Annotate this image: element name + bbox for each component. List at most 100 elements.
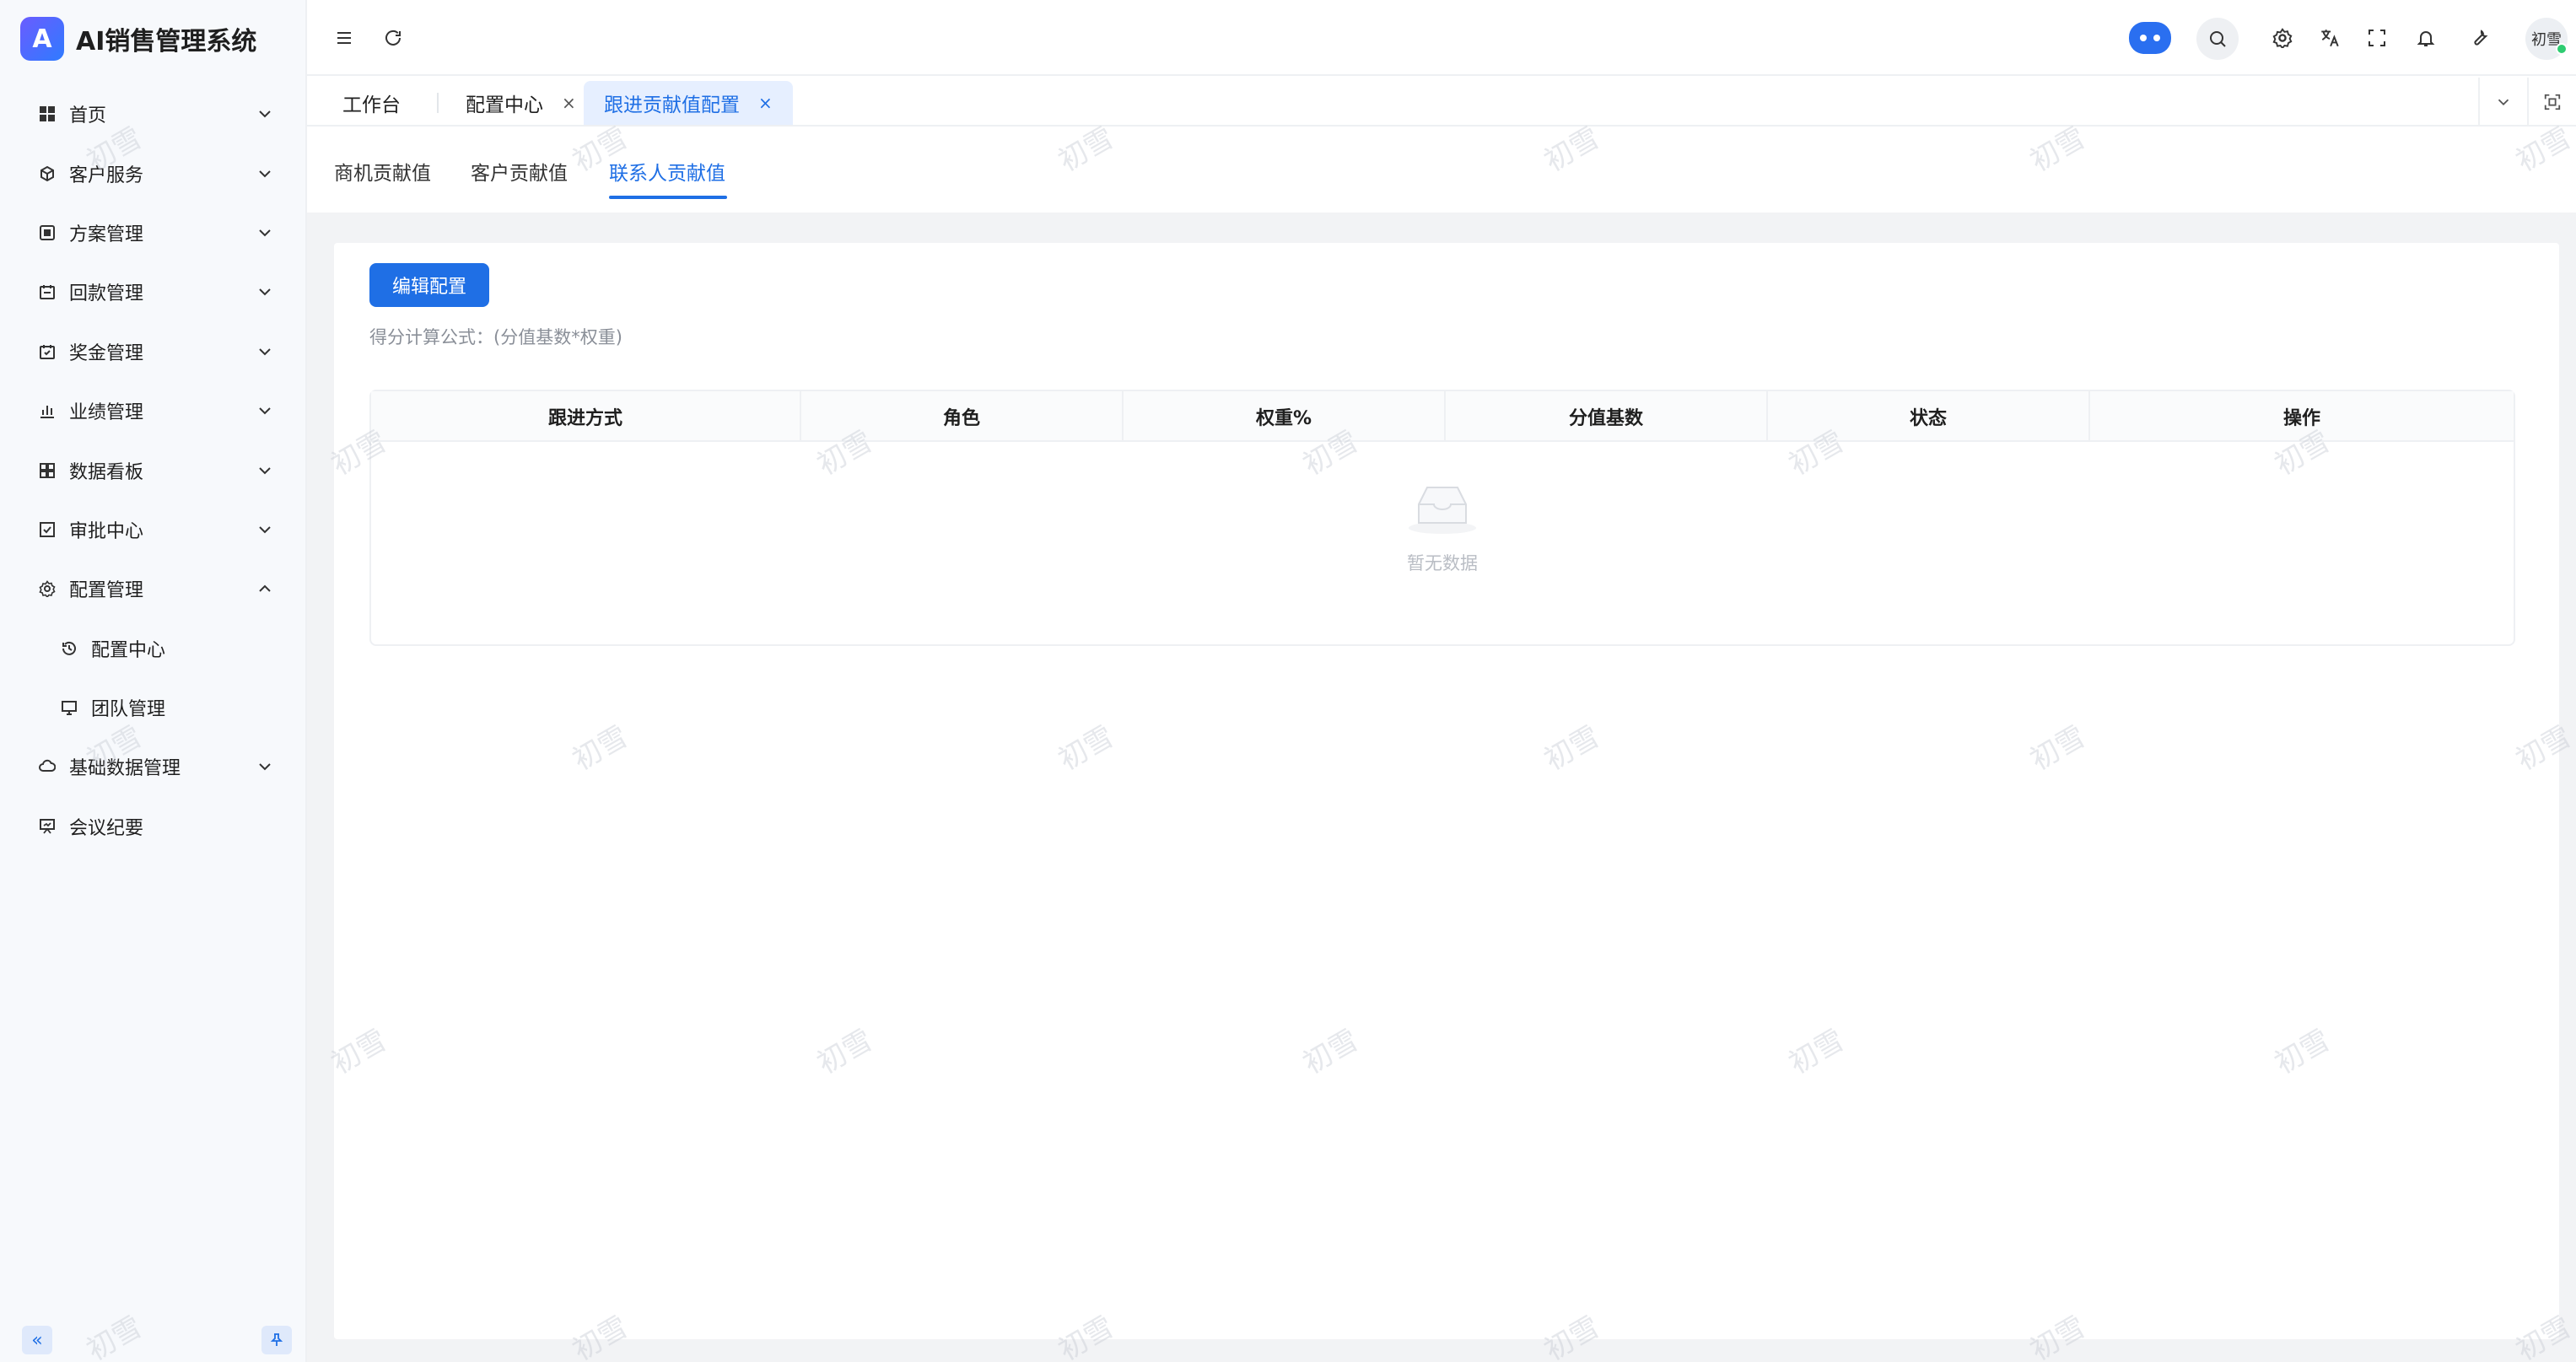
tab-maximize-button[interactable] [2527,78,2576,127]
subtab-customer[interactable]: 客户贡献值 [471,157,568,186]
sidebar: A AI销售管理系统 首页 客户服务 方案管理 回款管理 奖金管理 业绩管理 数… [0,0,307,1362]
refresh-icon [385,30,401,46]
contribution-table: 跟进方式 角色 权重% 分值基数 状态 操作 暂无数据 [369,390,2515,646]
collapse-sidebar-button[interactable]: « [22,1326,52,1354]
language-button[interactable] [2315,23,2345,53]
sidebar-item-label: 配置管理 [69,580,144,602]
tools-button[interactable] [2465,23,2495,53]
sidebar-item-base-data[interactable]: 基础数据管理 [0,737,307,796]
app-title: AI销售管理系统 [76,27,257,57]
chevron-up-icon [259,584,271,593]
gear-icon [37,579,57,599]
sidebar-menu: 首页 客户服务 方案管理 回款管理 奖金管理 业绩管理 数据看板 审批中心 配置… [0,84,307,856]
sidebar-item-meeting[interactable]: 会议纪要 [0,797,307,856]
sidebar-item-home[interactable]: 首页 [0,84,307,143]
tab-divider [437,93,439,113]
monitor-icon [59,697,79,718]
sidebar-item-config-center[interactable]: 配置中心 [0,619,307,678]
tab-config-center[interactable]: 配置中心 × [445,81,596,125]
sidebar-item-team[interactable]: 团队管理 [0,678,307,737]
chevron-down-icon [259,763,271,771]
chevron-down-icon [259,407,271,415]
sidebar-item-label: 奖金管理 [69,342,144,364]
page-tabs-bar: 工作台 配置中心 × 跟进贡献值配置 × [307,78,2576,127]
checkbox-icon [37,519,57,540]
presentation-icon [37,816,57,837]
sidebar-item-label: 数据看板 [69,461,144,483]
sidebar-item-label: 审批中心 [69,520,144,542]
column-header: 操作 [2282,408,2320,429]
sidebar-item-plan[interactable]: 方案管理 [0,203,307,262]
sidebar-item-dashboard[interactable]: 数据看板 [0,440,307,499]
tab-label: 工作台 [342,94,401,116]
close-icon[interactable]: × [758,93,773,113]
sidebar-item-label: 回款管理 [69,283,144,305]
sidebar-item-payment[interactable]: 回款管理 [0,262,307,321]
robot-eye [2153,35,2160,41]
menu-icon [337,32,351,44]
tab-label: 跟进贡献值配置 [604,94,740,116]
column-header: 权重% [1255,408,1312,429]
subtab-active-indicator [609,196,727,199]
sidebar-item-label: 客户服务 [69,164,144,186]
chevron-down-icon [259,288,271,296]
close-icon[interactable]: × [562,93,576,113]
sidebar-item-bonus[interactable]: 奖金管理 [0,322,307,381]
online-status-dot [2556,43,2568,55]
search-icon [2210,31,2226,47]
sidebar-item-label: 首页 [69,105,107,127]
chevron-down-icon [2498,99,2509,106]
translate-icon [2321,30,2339,47]
menu-toggle-button[interactable] [329,23,359,53]
bar-chart-icon [37,401,57,421]
focus-icon [2544,94,2561,110]
history-icon [59,638,79,659]
top-header: 初雪 [307,0,2576,76]
chevron-down-icon [259,110,271,118]
gear-icon [2272,28,2293,48]
sidebar-item-config[interactable]: 配置管理 [0,559,307,618]
chevron-down-icon [259,348,271,356]
box-icon [37,223,57,243]
sidebar-item-customer-service[interactable]: 客户服务 [0,143,307,202]
refresh-button[interactable] [378,23,408,53]
logo-mark: A [20,17,64,61]
tabs-dropdown-button[interactable] [2478,78,2527,127]
chevron-down-icon [259,229,271,237]
settings-button[interactable] [2267,23,2298,53]
pin-icon [270,1333,283,1346]
sidebar-item-approval[interactable]: 审批中心 [0,500,307,559]
calendar-icon [37,282,57,302]
pin-sidebar-button[interactable] [261,1326,292,1354]
double-chevron-left-icon: « [31,1329,43,1351]
robot-icon [2140,35,2147,41]
sidebar-item-performance[interactable]: 业绩管理 [0,381,307,440]
chevron-down-icon [259,466,271,474]
empty-inbox-icon [1409,487,1476,534]
bell-icon [2417,31,2435,46]
sidebar-item-label: 会议纪要 [69,817,144,839]
sidebar-item-label: 配置中心 [91,639,166,661]
tab-workbench[interactable]: 工作台 [322,81,421,125]
app-logo[interactable]: A AI销售管理系统 [20,15,256,62]
column-header: 状态 [1909,408,1947,429]
sidebar-item-label: 方案管理 [69,223,144,245]
tab-label: 配置中心 [466,94,543,116]
table-empty-state: 暂无数据 [371,442,2514,644]
calendar-check-icon [37,342,57,362]
subtab-contact[interactable]: 联系人贡献值 [609,157,725,186]
fullscreen-button[interactable] [2362,23,2392,53]
search-button[interactable] [2196,18,2239,60]
ai-assistant-button[interactable] [2129,22,2171,54]
chevron-down-icon [259,170,271,177]
tab-followup-contribution-config[interactable]: 跟进贡献值配置 × [584,81,793,125]
sidebar-item-label: 团队管理 [91,699,166,721]
edit-config-button[interactable]: 编辑配置 [369,263,489,307]
column-header: 角色 [942,408,980,429]
user-avatar[interactable]: 初雪 [2525,18,2568,60]
fullscreen-icon [2369,30,2385,46]
notifications-button[interactable] [2411,23,2441,53]
subtab-opportunity[interactable]: 商机贡献值 [334,157,431,186]
score-formula: 得分计算公式：(分值基数*权重) [369,327,622,347]
column-header: 跟进方式 [547,408,622,429]
